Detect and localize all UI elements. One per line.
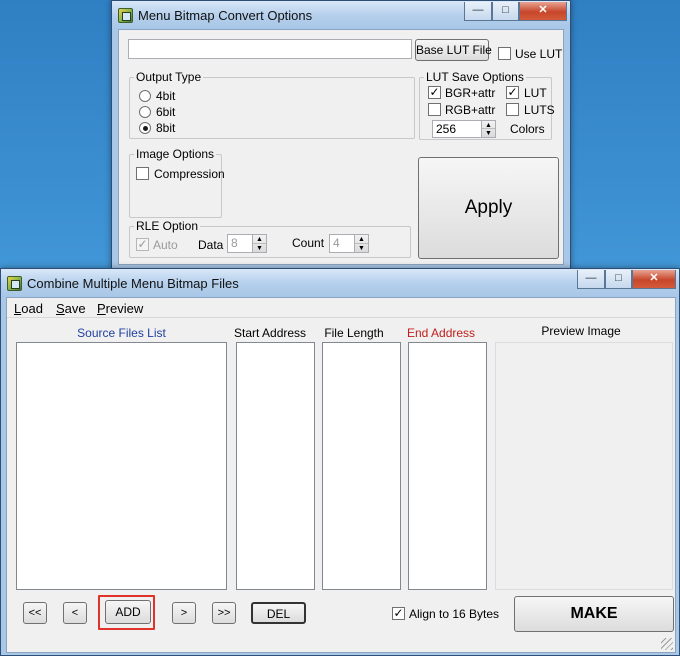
rle-option-group: RLE Option ✓ Auto Data 8 ▲ ▼ Count 4 ▲ ▼: [129, 219, 411, 258]
spin-up-icon[interactable]: ▲: [253, 235, 266, 244]
colors-spinner[interactable]: 256 ▲ ▼: [432, 120, 496, 138]
maximize-button[interactable]: □: [605, 270, 632, 289]
base-lut-file-button[interactable]: Base LUT File: [415, 39, 492, 61]
close-button[interactable]: ✕: [632, 270, 676, 289]
convert-options-window: Menu Bitmap Convert Options — □ ✕ Base L…: [111, 0, 571, 270]
radio-4bit-label: 4bit: [156, 89, 176, 103]
rle-data-value: 8: [231, 236, 238, 250]
lut-save-options-legend: LUT Save Options: [424, 70, 526, 84]
rle-option-legend: RLE Option: [134, 219, 201, 233]
maximize-button[interactable]: □: [492, 2, 519, 21]
radio-4bit[interactable]: [139, 90, 151, 102]
combine-files-client: Load Save Preview Source Files List Star…: [6, 297, 676, 653]
del-button[interactable]: DEL: [251, 602, 306, 624]
file-length-list[interactable]: [322, 342, 401, 590]
rle-auto-label: Auto: [153, 238, 178, 252]
file-length-header: File Length: [324, 326, 384, 340]
rle-data-arrows[interactable]: ▲ ▼: [252, 235, 266, 252]
lut-checkbox[interactable]: ✓: [506, 86, 519, 99]
menu-load[interactable]: Load: [14, 301, 43, 316]
spin-up-icon[interactable]: ▲: [482, 121, 495, 129]
luts-label: LUTS: [524, 103, 555, 117]
use-lut-checkbox[interactable]: [498, 47, 511, 60]
rgb-attr-label: RGB+attr: [445, 103, 496, 117]
source-files-header: Source Files List: [77, 326, 166, 340]
rle-data-spinner[interactable]: 8 ▲ ▼: [227, 234, 267, 253]
radio-6bit-label: 6bit: [156, 105, 176, 119]
rle-count-value: 4: [333, 236, 340, 250]
first-button[interactable]: <<: [23, 602, 47, 624]
menu-bar: Load Save Preview: [7, 298, 675, 318]
colors-label: Colors: [510, 122, 545, 136]
menu-save[interactable]: Save: [56, 301, 86, 316]
compression-checkbox[interactable]: [136, 167, 149, 180]
app-icon: [7, 276, 22, 291]
apply-button[interactable]: Apply: [418, 157, 559, 259]
convert-options-titlebar: Menu Bitmap Convert Options — □ ✕: [112, 1, 570, 29]
spin-down-icon[interactable]: ▼: [482, 129, 495, 137]
spin-down-icon[interactable]: ▼: [253, 244, 266, 253]
lut-save-options-group: LUT Save Options ✓ BGR+attr ✓ LUT RGB+at…: [419, 70, 555, 140]
rle-count-spinner[interactable]: 4 ▲ ▼: [329, 234, 369, 253]
close-button[interactable]: ✕: [519, 2, 567, 21]
compression-label: Compression: [154, 167, 225, 181]
preview-image-area: [495, 342, 673, 590]
window-title: Combine Multiple Menu Bitmap Files: [27, 276, 239, 291]
minimize-button[interactable]: —: [577, 270, 605, 289]
add-button-highlight: [98, 595, 155, 630]
next-button[interactable]: >: [172, 602, 196, 624]
lut-label: LUT: [524, 86, 547, 100]
prev-button[interactable]: <: [63, 602, 87, 624]
end-address-list[interactable]: [408, 342, 487, 590]
combine-files-window: Combine Multiple Menu Bitmap Files — □ ✕…: [0, 268, 680, 656]
start-address-header: Start Address: [234, 326, 307, 340]
colors-value: 256: [436, 122, 457, 136]
source-files-list[interactable]: [16, 342, 227, 590]
rgb-attr-checkbox[interactable]: [428, 103, 441, 116]
combine-files-titlebar: Combine Multiple Menu Bitmap Files — □ ✕: [1, 269, 679, 297]
bgr-attr-label: BGR+attr: [445, 86, 496, 100]
rle-auto-checkbox[interactable]: ✓: [136, 238, 149, 251]
radio-8bit[interactable]: [139, 122, 151, 134]
align-16-bytes-label: Align to 16 Bytes: [409, 607, 500, 621]
window-title: Menu Bitmap Convert Options: [138, 8, 313, 23]
last-button[interactable]: >>: [212, 602, 236, 624]
preview-image-header: Preview Image: [541, 324, 621, 338]
menu-preview[interactable]: Preview: [97, 301, 143, 316]
colors-spinner-arrows[interactable]: ▲ ▼: [481, 121, 495, 137]
image-options-group: Image Options Compression: [129, 147, 225, 218]
rle-data-label: Data: [198, 238, 224, 252]
image-options-legend: Image Options: [134, 147, 217, 161]
minimize-button[interactable]: —: [464, 2, 492, 21]
rle-count-label: Count: [292, 236, 325, 250]
output-type-group: Output Type 4bit 6bit 8bit: [129, 70, 415, 139]
radio-6bit[interactable]: [139, 106, 151, 118]
make-button[interactable]: MAKE: [514, 596, 674, 632]
app-icon: [118, 8, 133, 23]
output-type-legend: Output Type: [134, 70, 204, 84]
luts-checkbox[interactable]: [506, 103, 519, 116]
rle-count-arrows[interactable]: ▲ ▼: [354, 235, 368, 252]
use-lut-label: Use LUT: [515, 47, 563, 61]
align-16-bytes-checkbox[interactable]: ✓: [392, 607, 405, 620]
convert-options-client: Base LUT File Use LUT Output Type 4bit 6…: [118, 29, 564, 265]
bgr-attr-checkbox[interactable]: ✓: [428, 86, 441, 99]
resize-grip-icon[interactable]: [661, 638, 673, 650]
spin-up-icon[interactable]: ▲: [355, 235, 368, 244]
end-address-header: End Address: [407, 326, 476, 340]
radio-8bit-label: 8bit: [156, 121, 176, 135]
start-address-list[interactable]: [236, 342, 315, 590]
spin-down-icon[interactable]: ▼: [355, 244, 368, 253]
lut-file-path-input[interactable]: [128, 39, 412, 59]
